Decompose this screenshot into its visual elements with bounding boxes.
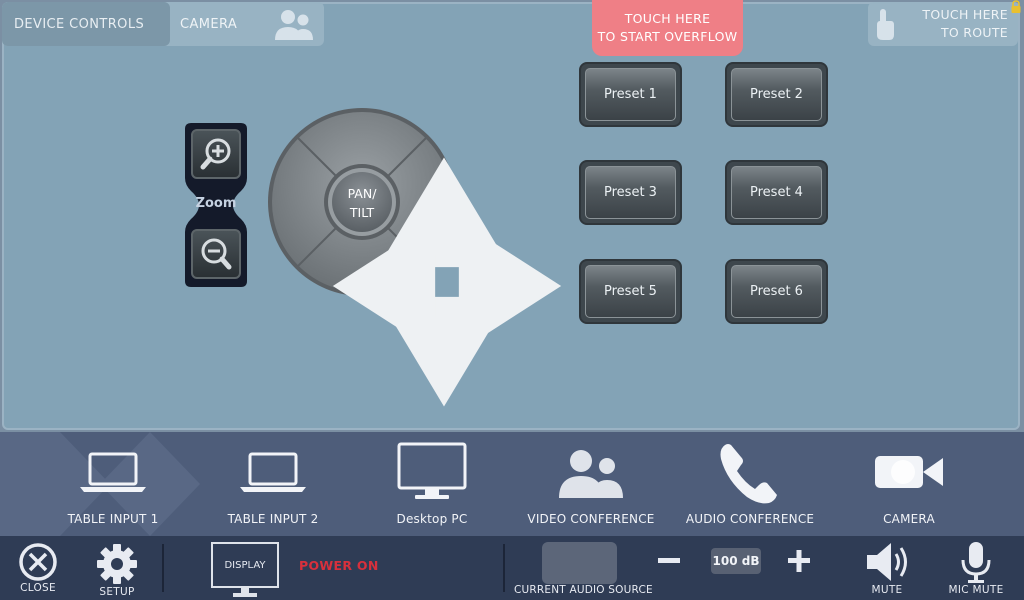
source-label: CAMERA <box>883 512 935 526</box>
source-label: Desktop PC <box>396 512 468 526</box>
volume-up-button[interactable] <box>786 548 812 574</box>
zoom-in-button[interactable] <box>191 129 241 179</box>
source-video-conference[interactable]: VIDEO CONFERENCE <box>527 432 654 536</box>
divider <box>503 544 505 592</box>
preset-5-label: Preset 5 <box>585 265 676 318</box>
monitor-icon <box>397 442 467 499</box>
laptop-icon <box>80 452 146 492</box>
preset-3-label: Preset 3 <box>585 166 676 219</box>
mute-button[interactable]: MUTE <box>862 540 912 596</box>
volume-level: 100 dB <box>711 548 761 574</box>
zoom-label: Zoom <box>195 196 237 211</box>
zoom-out-button[interactable] <box>191 229 241 279</box>
zoom-in-icon <box>200 138 231 170</box>
display-stand-icon <box>233 588 257 597</box>
preset-4-label: Preset 4 <box>731 166 822 219</box>
setup-button[interactable]: SETUP <box>92 542 142 598</box>
current-audio-source-label: CURRENT AUDIO SOURCE <box>514 584 653 596</box>
display-button[interactable]: DISPLAY <box>211 542 279 588</box>
source-camera[interactable]: CAMERA <box>859 432 959 536</box>
source-label: TABLE INPUT 2 <box>227 512 319 526</box>
preset-3-button[interactable]: Preset 3 <box>579 160 682 225</box>
pan-tilt-dpad: PAN/ TILT <box>267 107 562 407</box>
setup-label: SETUP <box>99 586 135 598</box>
preset-6-button[interactable]: Preset 6 <box>725 259 828 324</box>
source-label: AUDIO CONFERENCE <box>685 512 815 526</box>
people-icon <box>275 10 313 40</box>
mic-mute-button[interactable]: MIC MUTE <box>946 540 1006 596</box>
zoom-out-icon <box>201 238 232 270</box>
laptop-icon <box>240 452 306 492</box>
source-audio-conference[interactable]: AUDIO CONFERENCE <box>685 432 815 536</box>
source-selection-bar: TABLE INPUT 1 TABLE INPUT 2 Desktop PC V… <box>0 432 1024 536</box>
tab-device-controls[interactable]: DEVICE CONTROLS <box>2 2 170 46</box>
mic-mute-label: MIC MUTE <box>948 584 1004 596</box>
top-tabs: DEVICE CONTROLS CAMERA <box>2 2 324 46</box>
display-label: DISPLAY <box>224 559 266 571</box>
route-line-2: TO ROUTE <box>940 25 1008 40</box>
overflow-line-2: TO START OVERFLOW <box>597 29 738 44</box>
video-camera-icon <box>875 456 943 488</box>
preset-4-button[interactable]: Preset 4 <box>725 160 828 225</box>
lock-icon[interactable] <box>1009 0 1023 14</box>
source-label: VIDEO CONFERENCE <box>527 512 655 526</box>
close-label: CLOSE <box>20 582 56 594</box>
zoom-control: Zoom <box>185 123 247 287</box>
preset-1-label: Preset 1 <box>585 68 676 121</box>
preset-5-button[interactable]: Preset 5 <box>579 259 682 324</box>
volume-down-button[interactable] <box>656 548 682 574</box>
speaker-icon <box>867 543 907 581</box>
people-icon <box>559 450 623 498</box>
source-desktop-pc[interactable]: Desktop PC <box>382 432 482 536</box>
route-button[interactable]: TOUCH HERE TO ROUTE <box>868 2 1018 46</box>
source-table-input-1[interactable]: TABLE INPUT 1 <box>63 432 163 536</box>
pan-tilt-label-1: PAN/ <box>347 186 377 201</box>
gear-icon <box>97 544 137 584</box>
preset-6-label: Preset 6 <box>731 265 822 318</box>
tab-camera-label: CAMERA <box>180 16 238 32</box>
touch-hand-icon <box>877 9 894 40</box>
current-audio-source-button[interactable] <box>542 542 617 584</box>
divider <box>162 544 164 592</box>
start-overflow-button[interactable]: TOUCH HERE TO START OVERFLOW <box>592 0 743 56</box>
phone-icon <box>720 444 777 504</box>
source-label: TABLE INPUT 1 <box>67 512 159 526</box>
microphone-icon <box>961 542 991 583</box>
pan-tilt-center-button[interactable]: PAN/ TILT <box>332 177 392 227</box>
pan-tilt-label-2: TILT <box>349 205 375 220</box>
preset-2-label: Preset 2 <box>731 68 822 121</box>
source-table-input-2[interactable]: TABLE INPUT 2 <box>223 432 323 536</box>
overflow-line-1: TOUCH HERE <box>624 11 711 26</box>
bottom-toolbar: CLOSE SETUP DISPLAY POWER ON CURRENT AUD… <box>0 536 1024 600</box>
mute-label: MUTE <box>871 584 903 596</box>
tab-camera[interactable]: CAMERA <box>170 2 324 46</box>
close-icon <box>19 543 57 581</box>
route-line-1: TOUCH HERE <box>922 7 1008 22</box>
tab-device-controls-label: DEVICE CONTROLS <box>14 16 145 32</box>
preset-2-button[interactable]: Preset 2 <box>725 62 828 127</box>
close-button[interactable]: CLOSE <box>16 542 60 594</box>
pan-right-button[interactable] <box>415 191 605 381</box>
preset-1-button[interactable]: Preset 1 <box>579 62 682 127</box>
power-status: POWER ON <box>299 558 379 573</box>
